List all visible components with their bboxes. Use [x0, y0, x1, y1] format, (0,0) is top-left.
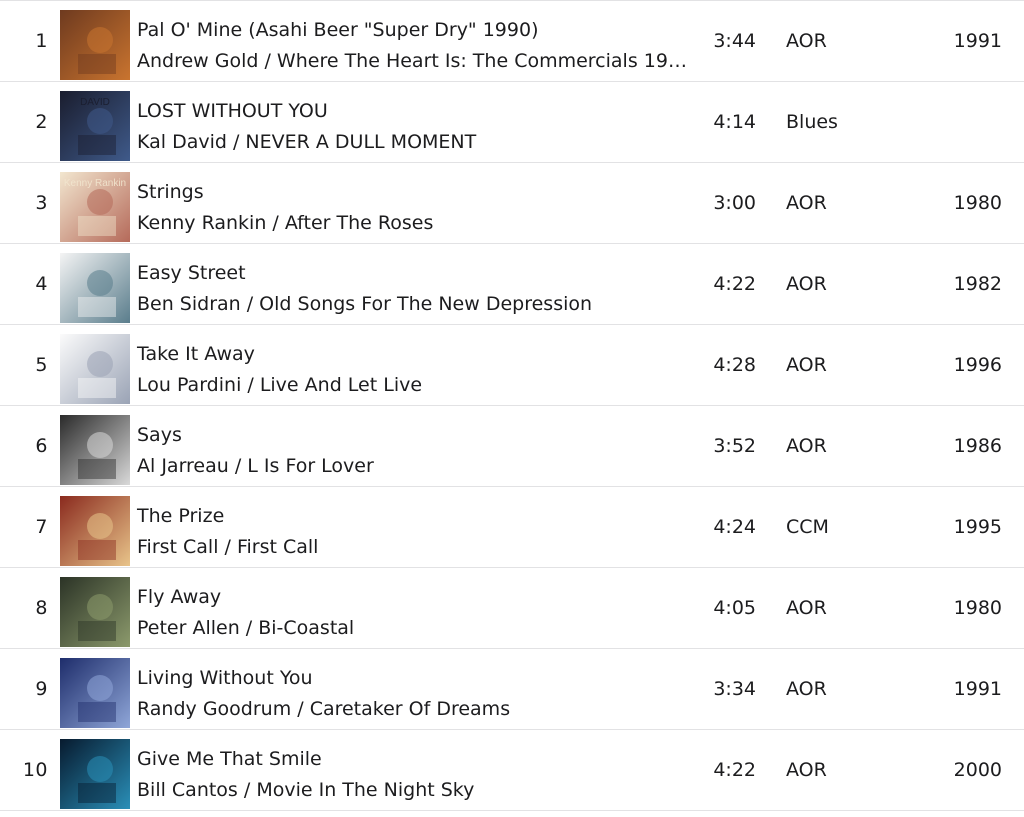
track-artist-album: Kal David / NEVER A DULL MOMENT [137, 131, 477, 153]
track-title: Give Me That Smile [137, 748, 322, 770]
track-artist-album: Al Jarreau / L Is For Lover [137, 455, 374, 477]
track-number: 6 [35, 435, 48, 457]
track-number: 2 [35, 111, 48, 133]
track-title: The Prize [137, 505, 225, 527]
track-number: 9 [35, 678, 48, 700]
track-duration: 4:22 [713, 759, 756, 781]
track-title: Strings [137, 181, 204, 203]
album-artwork [60, 10, 130, 80]
track-artist-album: Bill Cantos / Movie In The Night Sky [137, 779, 475, 801]
album-artwork [60, 496, 130, 566]
track-duration: 4:22 [713, 273, 756, 295]
track-year: 1996 [953, 354, 1002, 376]
album-artwork [60, 334, 130, 404]
track-artist-album: First Call / First Call [137, 536, 319, 558]
track-year: 1980 [953, 597, 1002, 619]
track-number: 8 [35, 597, 48, 619]
track-row[interactable]: 8 Fly Away Peter Allen / Bi-Coastal 4:05 AOR… [0, 568, 1024, 649]
track-number: 4 [35, 273, 48, 295]
album-artwork [60, 253, 130, 323]
track-year: 1982 [953, 273, 1002, 295]
track-list: 1 Pal O' Mine (Asahi Beer "Super Dry" 199… [0, 0, 1024, 817]
track-duration: 3:44 [713, 30, 756, 52]
album-artwork [60, 415, 130, 485]
track-title: Says [137, 424, 182, 446]
album-artwork [60, 658, 130, 728]
track-artist-album: Andrew Gold / Where The Heart Is: The Co… [137, 50, 687, 72]
track-row[interactable]: 2 DAVID LOST WITHOUT YOU Kal David / NEVER … [0, 82, 1024, 163]
track-duration: 4:14 [713, 111, 756, 133]
track-year: 1991 [953, 678, 1002, 700]
track-title: LOST WITHOUT YOU [137, 100, 328, 122]
track-genre: AOR [786, 354, 827, 376]
track-row[interactable]: 3 Kenny Rankin Strings Kenny Rankin / After… [0, 163, 1024, 244]
track-artist-album: Lou Pardini / Live And Let Live [137, 374, 423, 396]
track-title: Living Without You [137, 667, 313, 689]
track-row[interactable]: 1 Pal O' Mine (Asahi Beer "Super Dry" 199… [0, 1, 1024, 82]
track-number: 7 [35, 516, 48, 538]
track-duration: 3:00 [713, 192, 756, 214]
track-genre: Blues [786, 111, 838, 133]
track-artist-album: Randy Goodrum / Caretaker Of Dreams [137, 698, 511, 720]
track-duration: 4:05 [713, 597, 756, 619]
track-number: 1 [35, 30, 48, 52]
track-genre: AOR [786, 597, 827, 619]
track-year: 1986 [953, 435, 1002, 457]
track-row[interactable]: 4 Easy Street Ben Sidran / Old Songs For T… [0, 244, 1024, 325]
track-row[interactable]: 5 Take It Away Lou Pardini / Live And Let … [0, 325, 1024, 406]
track-number: 10 [22, 759, 48, 781]
track-artist-album: Ben Sidran / Old Songs For The New Depre… [137, 293, 593, 315]
album-artwork [60, 577, 130, 647]
track-year: 2000 [953, 759, 1002, 781]
track-genre: AOR [786, 435, 827, 457]
track-genre: AOR [786, 759, 827, 781]
track-year: 1995 [953, 516, 1002, 538]
track-artist-album: Peter Allen / Bi-Coastal [137, 617, 355, 639]
track-title: Easy Street [137, 262, 246, 284]
track-artist-album: Kenny Rankin / After The Roses [137, 212, 434, 234]
track-genre: AOR [786, 30, 827, 52]
track-year: 1980 [953, 192, 1002, 214]
track-duration: 3:52 [713, 435, 756, 457]
svg-text:DAVID: DAVID [80, 97, 110, 108]
track-year: 1991 [953, 30, 1002, 52]
album-artwork [60, 739, 130, 809]
track-title: Fly Away [137, 586, 222, 608]
album-artwork: Kenny Rankin [60, 172, 130, 242]
track-genre: CCM [786, 516, 829, 538]
track-number: 5 [35, 354, 48, 376]
track-row[interactable]: 7 The Prize First Call / First Call 4:24 CCM… [0, 487, 1024, 568]
track-genre: AOR [786, 678, 827, 700]
track-title: Pal O' Mine (Asahi Beer "Super Dry" 1990… [137, 19, 539, 41]
track-duration: 4:28 [713, 354, 756, 376]
svg-text:Kenny Rankin: Kenny Rankin [64, 178, 126, 189]
track-row[interactable]: 6 Says Al Jarreau / L Is For Lover 3:52 AOR 1… [0, 406, 1024, 487]
track-duration: 4:24 [713, 516, 756, 538]
track-genre: AOR [786, 273, 827, 295]
track-number: 3 [35, 192, 48, 214]
track-duration: 3:34 [713, 678, 756, 700]
track-row[interactable]: 10 Give Me That Smile Bill Cantos / Movie … [0, 730, 1024, 811]
track-row[interactable]: 9 Living Without You Randy Goodrum / Caret… [0, 649, 1024, 730]
track-genre: AOR [786, 192, 827, 214]
album-artwork: DAVID [60, 91, 130, 161]
track-title: Take It Away [137, 343, 255, 365]
